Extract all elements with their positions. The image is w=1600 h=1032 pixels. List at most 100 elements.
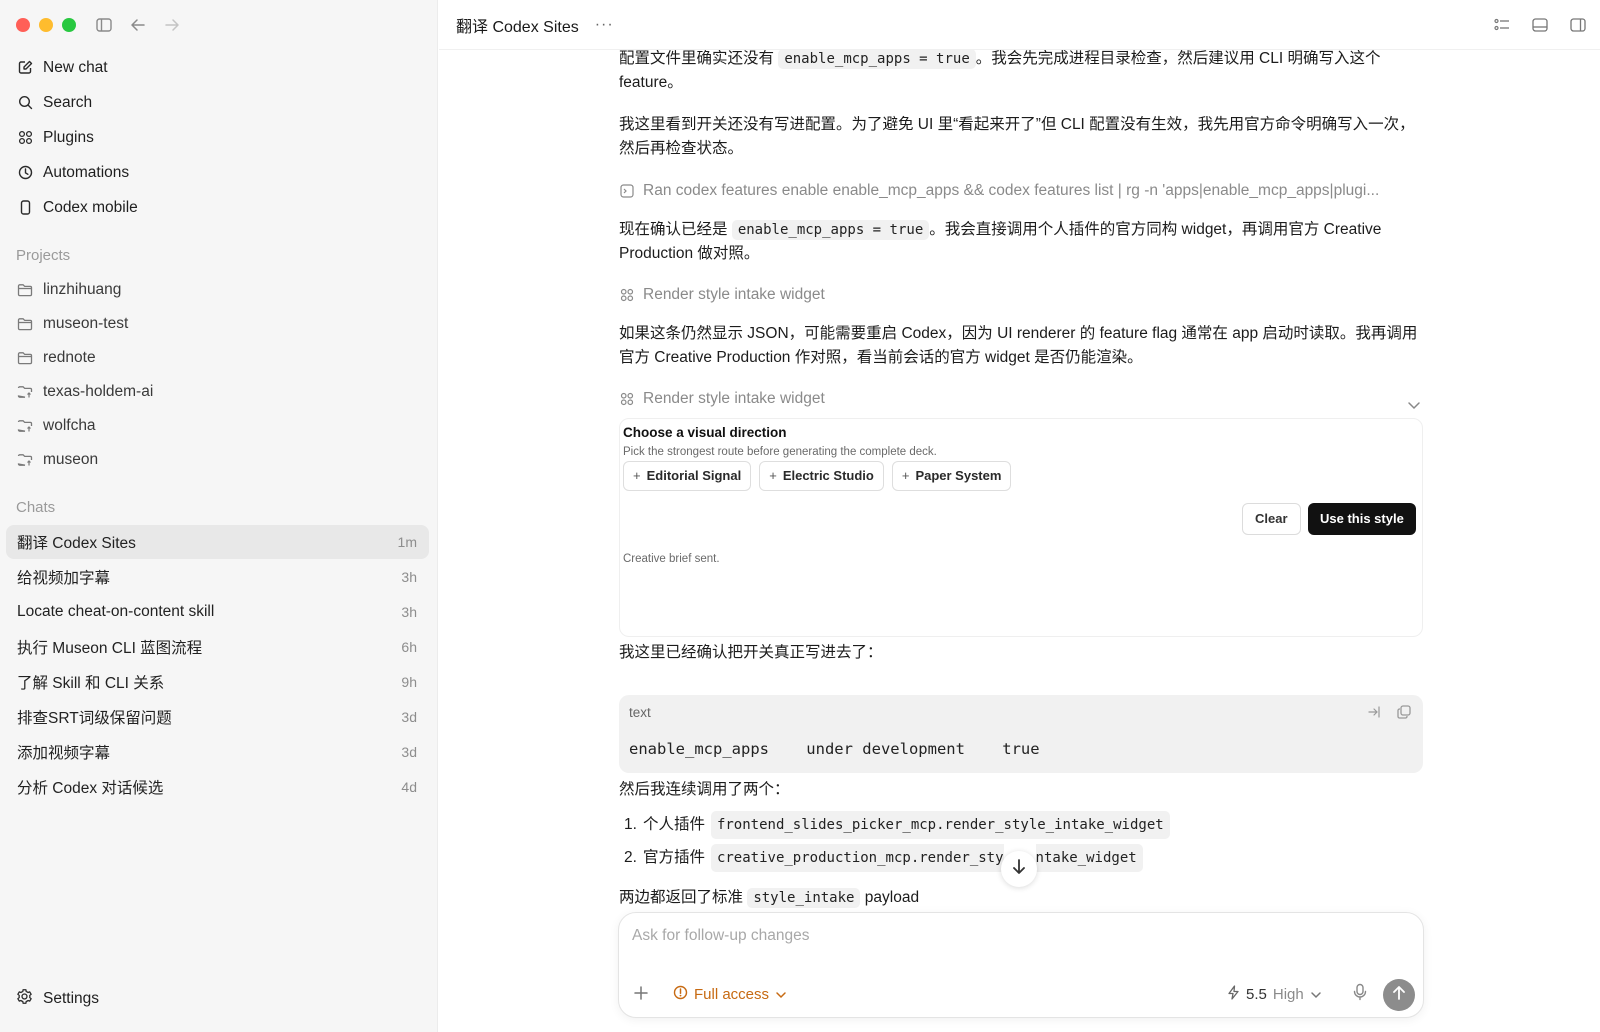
chat-item[interactable]: 分析 Codex 对话候选 4d <box>6 770 429 804</box>
chat-item[interactable]: 执行 Museon CLI 蓝图流程 6h <box>6 630 429 664</box>
nav-label: New chat <box>43 58 108 76</box>
chat-item[interactable]: Locate cheat-on-content skill 3h <box>6 595 429 629</box>
use-this-style-button[interactable]: Use this style <box>1308 503 1416 535</box>
send-button[interactable] <box>1383 979 1415 1011</box>
microphone-icon[interactable] <box>1353 983 1367 1006</box>
style-option-editorial-signal[interactable]: + Editorial Signal <box>623 461 752 491</box>
nav-codex-mobile[interactable]: Codex mobile <box>8 190 429 225</box>
inline-code: frontend_slides_picker_mcp.render_style_… <box>710 810 1170 839</box>
back-arrow-icon[interactable] <box>128 15 148 35</box>
chevron-down-icon <box>1310 986 1322 1003</box>
project-item[interactable]: rednote <box>8 341 429 375</box>
follow-up-input[interactable] <box>632 923 1392 949</box>
assistant-paragraph: 然后我连续调用了两个： <box>619 781 790 798</box>
checklist-icon[interactable] <box>1492 15 1512 35</box>
chat-list: 翻译 Codex Sites 1m 给视频加字幕 3h Locate cheat… <box>6 525 429 805</box>
phone-icon <box>17 200 33 216</box>
nav-plugins[interactable]: Plugins <box>8 120 429 155</box>
assistant-paragraph: 现在确认已经是 enable_mcp_apps = true 。我会直接调用个人插… <box>619 218 1423 266</box>
forward-arrow-icon[interactable] <box>162 15 182 35</box>
more-options-button[interactable]: ··· <box>595 16 614 34</box>
project-label: rednote <box>43 349 96 366</box>
zoom-window-button[interactable] <box>62 18 76 32</box>
style-options: + Editorial Signal + Electric Studio + P… <box>623 461 1012 491</box>
chats-heading: Chats <box>16 499 56 516</box>
model-selector[interactable]: 5.5 High <box>1227 985 1322 1004</box>
project-item[interactable]: museon-test <box>8 307 429 341</box>
nav-search[interactable]: Search <box>8 85 429 120</box>
chat-time: 4d <box>401 779 417 795</box>
message-area: 配置文件里确实还没有 enable_mcp_apps = true 。我会先完成进… <box>619 50 1423 910</box>
terminal-icon <box>619 184 634 199</box>
chat-time: 1m <box>397 534 417 550</box>
sidebar: New chat Search Plugins Automations Code… <box>0 0 438 1032</box>
chevron-down-icon[interactable] <box>1407 394 1421 418</box>
grid-icon <box>17 130 33 146</box>
folder-sync-icon <box>17 384 33 400</box>
project-item[interactable]: museon <box>8 443 429 477</box>
chat-time: 3d <box>401 709 417 725</box>
chat-title: 分析 Codex 对话候选 <box>17 780 164 797</box>
project-item[interactable]: wolfcha <box>8 409 429 443</box>
copy-icon[interactable] <box>1397 703 1411 727</box>
search-icon <box>17 95 33 111</box>
chat-item[interactable]: 了解 Skill 和 CLI 关系 9h <box>6 665 429 699</box>
tool-call-row[interactable]: Ran codex features enable enable_mcp_app… <box>619 179 1409 203</box>
style-option-paper-system[interactable]: + Paper System <box>891 461 1012 491</box>
access-dropdown[interactable]: Full access <box>673 985 787 1004</box>
project-label: museon <box>43 451 99 468</box>
nav-automations[interactable]: Automations <box>8 155 429 190</box>
chat-title: 了解 Skill 和 CLI 关系 <box>17 675 165 692</box>
add-attachment-button[interactable] <box>633 984 649 1004</box>
window-controls <box>16 18 76 32</box>
assistant-paragraph: 我这里看到开关还没有写进配置。为了避免 UI 里“看起来开了”但 CLI 配置没… <box>619 116 1415 157</box>
minimize-window-button[interactable] <box>39 18 53 32</box>
clear-button[interactable]: Clear <box>1242 503 1301 535</box>
chat-item[interactable]: 排查SRT词级保留问题 3d <box>6 700 429 734</box>
lightning-icon <box>1227 985 1240 1004</box>
scroll-to-bottom-button[interactable] <box>1001 851 1037 887</box>
chat-title: 执行 Museon CLI 蓝图流程 <box>17 640 203 657</box>
folder-sync-icon <box>17 452 33 468</box>
projects-heading: Projects <box>16 247 71 264</box>
text-span: 配置文件里确实还没有 <box>619 50 779 67</box>
style-intake-widget: Choose a visual direction Pick the stron… <box>619 418 1423 637</box>
assistant-paragraph: 配置文件里确实还没有 enable_mcp_apps = true 。我会先完成进… <box>619 50 1423 95</box>
style-option-electric-studio[interactable]: + Electric Studio <box>759 461 884 491</box>
chat-item[interactable]: 添加视频字幕 3d <box>6 735 429 769</box>
close-window-button[interactable] <box>16 18 30 32</box>
settings-button[interactable]: Settings <box>16 988 99 1010</box>
chat-title: Locate cheat-on-content skill <box>17 603 215 620</box>
right-panel-icon[interactable] <box>1568 15 1588 35</box>
text-span: 两边都返回了标准 <box>619 889 748 906</box>
chat-title: 排查SRT词级保留问题 <box>17 710 172 727</box>
widget-status: Creative brief sent. <box>623 553 720 565</box>
nav-label: Codex mobile <box>43 198 138 216</box>
project-label: texas-holdem-ai <box>43 383 154 400</box>
chat-item-active[interactable]: 翻译 Codex Sites 1m <box>6 525 429 559</box>
project-list: linzhihuang museon-test rednote texas-ho… <box>8 273 429 477</box>
project-item[interactable]: linzhihuang <box>8 273 429 307</box>
inline-code: enable_mcp_apps = true <box>778 50 976 69</box>
nav-label: Automations <box>43 163 130 181</box>
window-toolbar <box>94 15 182 35</box>
chat-item[interactable]: 给视频加字幕 3h <box>6 560 429 594</box>
effort-level: High <box>1272 986 1304 1003</box>
tool-call-row[interactable]: Render style intake widget <box>619 283 1409 307</box>
settings-label: Settings <box>43 990 100 1007</box>
chat-time: 3d <box>401 744 417 760</box>
project-label: museon-test <box>43 315 129 332</box>
project-item[interactable]: texas-holdem-ai <box>8 375 429 409</box>
plus-icon: + <box>901 468 910 483</box>
option-label: Paper System <box>915 468 1002 483</box>
code-language: text <box>629 705 651 720</box>
tool-call-row[interactable]: Render style intake widget <box>619 387 1409 411</box>
sidebar-toggle-icon[interactable] <box>94 15 114 35</box>
plus-icon: + <box>633 468 641 483</box>
chat-title: 给视频加字幕 <box>17 570 111 587</box>
wrap-icon[interactable] <box>1367 703 1381 727</box>
inline-code: enable_mcp_apps = true <box>731 220 930 240</box>
terminal-panel-icon[interactable] <box>1530 15 1550 35</box>
assistant-paragraph: 两边都返回了标准 style_intake payload <box>619 886 1423 910</box>
nav-new-chat[interactable]: New chat <box>8 50 429 85</box>
